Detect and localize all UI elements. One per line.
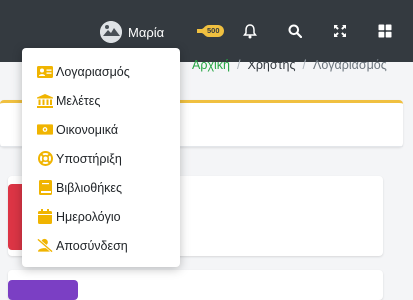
menu-item-calendar[interactable]: Ημερολόγιο [22, 202, 180, 231]
menu-item-label: Λογαριασμός [56, 64, 130, 79]
breadcrumb-home-link[interactable]: Αρχική [192, 58, 230, 72]
menu-item-finance[interactable]: Οικονομικά [22, 115, 180, 144]
info-box-accent [8, 280, 78, 300]
institution-icon [37, 93, 53, 109]
menu-item-libraries[interactable]: Βιβλιοθήκες [22, 173, 180, 202]
menu-item-label: Αποσύνδεση [56, 238, 128, 253]
user-slash-icon [37, 238, 53, 254]
menu-item-label: Ημερολόγιο [56, 209, 121, 224]
menu-item-studies[interactable]: Μελέτες [22, 86, 180, 115]
calendar-icon [37, 209, 53, 225]
notification-badge: 500 [203, 25, 224, 37]
menu-item-label: Μελέτες [56, 93, 101, 108]
search-icon[interactable] [285, 21, 305, 41]
breadcrumb-users[interactable]: Χρήστης [247, 58, 295, 72]
user-name: Μαρία [128, 24, 165, 40]
menu-item-label: Οικονομικά [56, 122, 119, 137]
id-card-icon [37, 64, 53, 80]
breadcrumb: Αρχική / Χρήστης / Λογαριασμός [192, 58, 387, 72]
menu-item-logout[interactable]: Αποσύνδεση [22, 231, 180, 260]
bell-icon[interactable] [240, 21, 260, 41]
money-icon [37, 122, 53, 138]
lifebuoy-icon [37, 151, 53, 167]
menu-item-account[interactable]: Λογαριασμός [22, 57, 180, 86]
menu-item-support[interactable]: Υποστήριξη [22, 144, 180, 173]
menu-item-label: Υποστήριξη [56, 151, 122, 166]
user-dropdown-menu: Λογαριασμός Μελέτες Οικονομικά Υποστήριξ… [22, 48, 180, 267]
breadcrumb-separator: / [302, 58, 306, 72]
info-box [8, 270, 383, 300]
breadcrumb-current: Λογαριασμός [313, 58, 387, 72]
avatar-icon [100, 21, 122, 43]
breadcrumb-separator: / [237, 58, 241, 72]
user-menu-toggle[interactable]: Μαρία [100, 21, 164, 43]
expand-icon[interactable] [330, 21, 350, 41]
book-icon [37, 180, 53, 196]
grid-icon[interactable] [375, 21, 395, 41]
menu-item-label: Βιβλιοθήκες [56, 180, 123, 195]
